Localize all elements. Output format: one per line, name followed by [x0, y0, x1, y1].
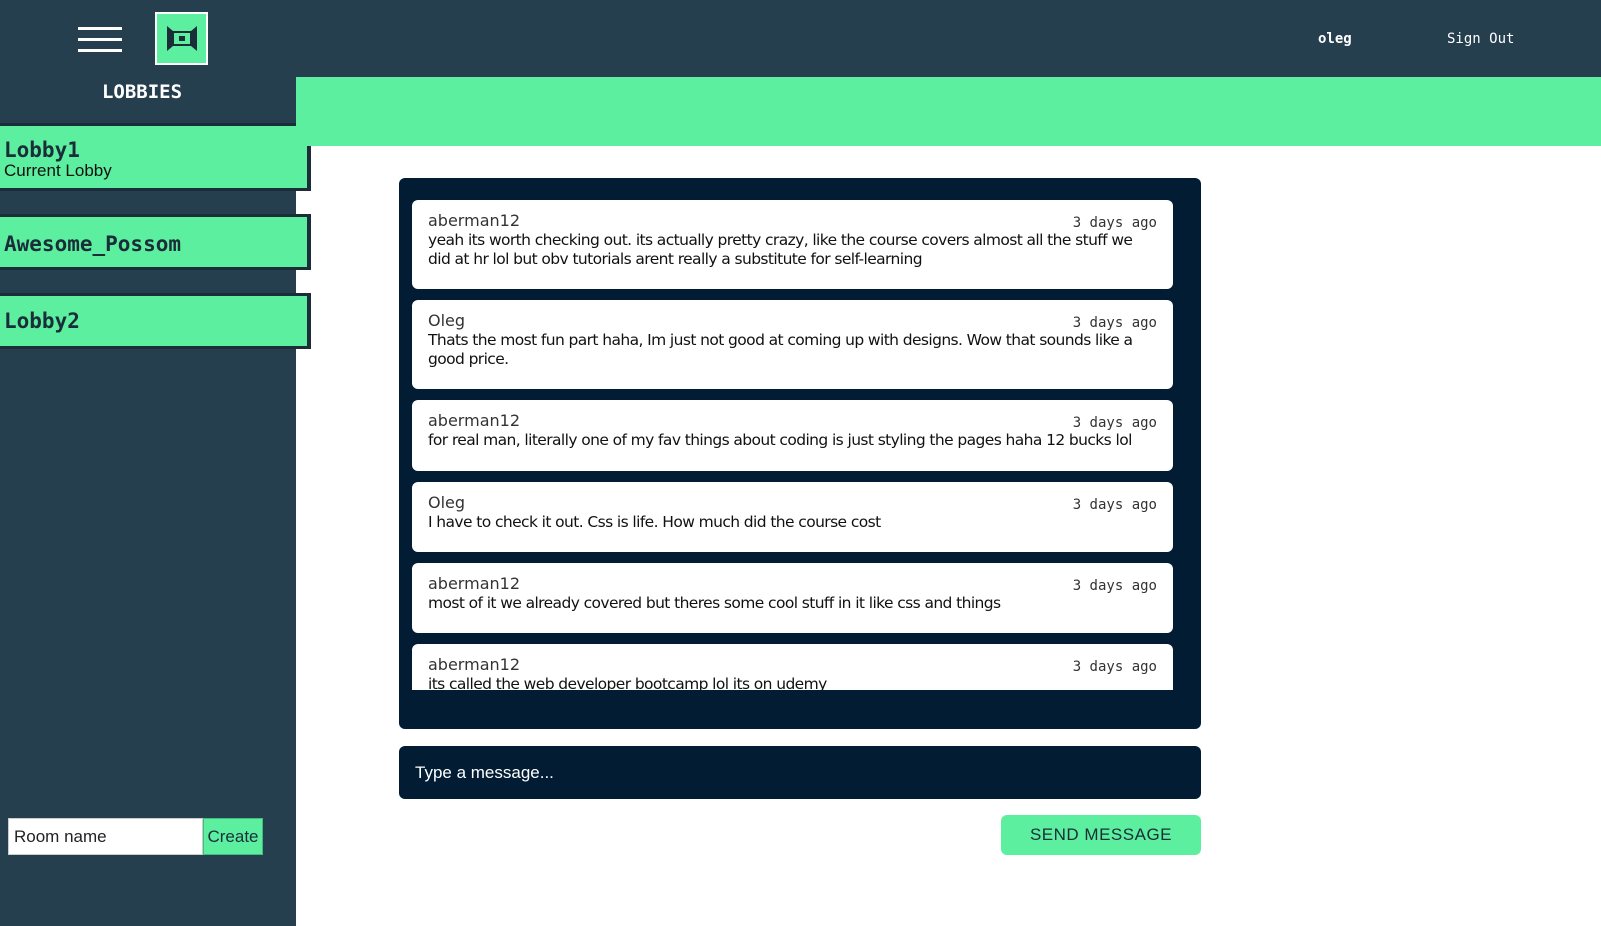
lobby-name: Lobby2	[4, 309, 80, 333]
hamburger-menu-icon[interactable]	[78, 27, 122, 54]
message-timestamp: 3 days ago	[1072, 415, 1157, 431]
message-item: Oleg 3 days ago Thats the most fun part …	[412, 300, 1173, 389]
message-author: aberman12	[428, 211, 520, 230]
message-text: yeah its worth checking out. its actuall…	[428, 231, 1133, 268]
lobby-name: Awesome_Possom	[4, 232, 182, 256]
header-banner	[296, 77, 1601, 146]
top-bar: oleg Sign Out	[0, 0, 1601, 77]
message-timestamp: 3 days ago	[1072, 315, 1157, 331]
create-room-button[interactable]: Create	[203, 818, 263, 855]
message-item: Oleg 3 days ago I have to check it out. …	[412, 482, 1173, 552]
current-username: oleg	[1318, 31, 1352, 47]
message-item: aberman12 3 days ago for real man, liter…	[412, 400, 1173, 471]
message-timestamp: 3 days ago	[1072, 215, 1157, 231]
message-timestamp: 3 days ago	[1072, 578, 1157, 594]
message-item: aberman12 3 days ago most of it we alrea…	[412, 563, 1173, 633]
chat-logo-graphic	[166, 25, 197, 51]
message-author: aberman12	[428, 411, 520, 430]
lobby-status: Current Lobby	[4, 161, 112, 180]
message-author: aberman12	[428, 574, 520, 593]
message-timestamp: 3 days ago	[1072, 659, 1157, 675]
sign-out-link[interactable]: Sign Out	[1447, 31, 1514, 47]
sidebar-item-lobby2[interactable]: Lobby2	[0, 293, 311, 349]
message-text: Thats the most fun part haha, Im just no…	[428, 331, 1133, 368]
message-text: for real man, literally one of my fav th…	[428, 431, 1132, 449]
message-author: Oleg	[428, 493, 466, 512]
message-list[interactable]: aberman12 3 days ago yeah its worth chec…	[412, 200, 1173, 690]
message-item: aberman12 3 days ago yeah its worth chec…	[412, 200, 1173, 289]
lobby-name: Lobby1	[4, 138, 80, 162]
message-timestamp: 3 days ago	[1072, 497, 1157, 513]
sidebar-item-lobby1[interactable]: Lobby1 Current Lobby	[0, 123, 311, 191]
chat-logo-icon[interactable]	[155, 12, 208, 65]
message-item: aberman12 3 days ago its called the web …	[412, 644, 1173, 690]
message-text: most of it we already covered but theres…	[428, 594, 1001, 612]
sidebar-title: LOBBIES	[101, 81, 183, 103]
lobbies-sidebar: LOBBIES Lobby1 Current Lobby Awesome_Pos…	[0, 77, 311, 926]
chat-panel: aberman12 3 days ago yeah its worth chec…	[399, 178, 1201, 729]
message-input[interactable]	[399, 746, 1201, 799]
message-author: aberman12	[428, 655, 520, 674]
sidebar-item-awesome-possom[interactable]: Awesome_Possom	[0, 214, 311, 270]
message-text: I have to check it out. Css is life. How…	[428, 513, 881, 531]
send-message-button[interactable]: SEND MESSAGE	[1001, 815, 1201, 855]
room-name-input[interactable]	[8, 818, 203, 855]
message-author: Oleg	[428, 311, 466, 330]
message-text: its called the web developer bootcamp lo…	[428, 675, 827, 690]
